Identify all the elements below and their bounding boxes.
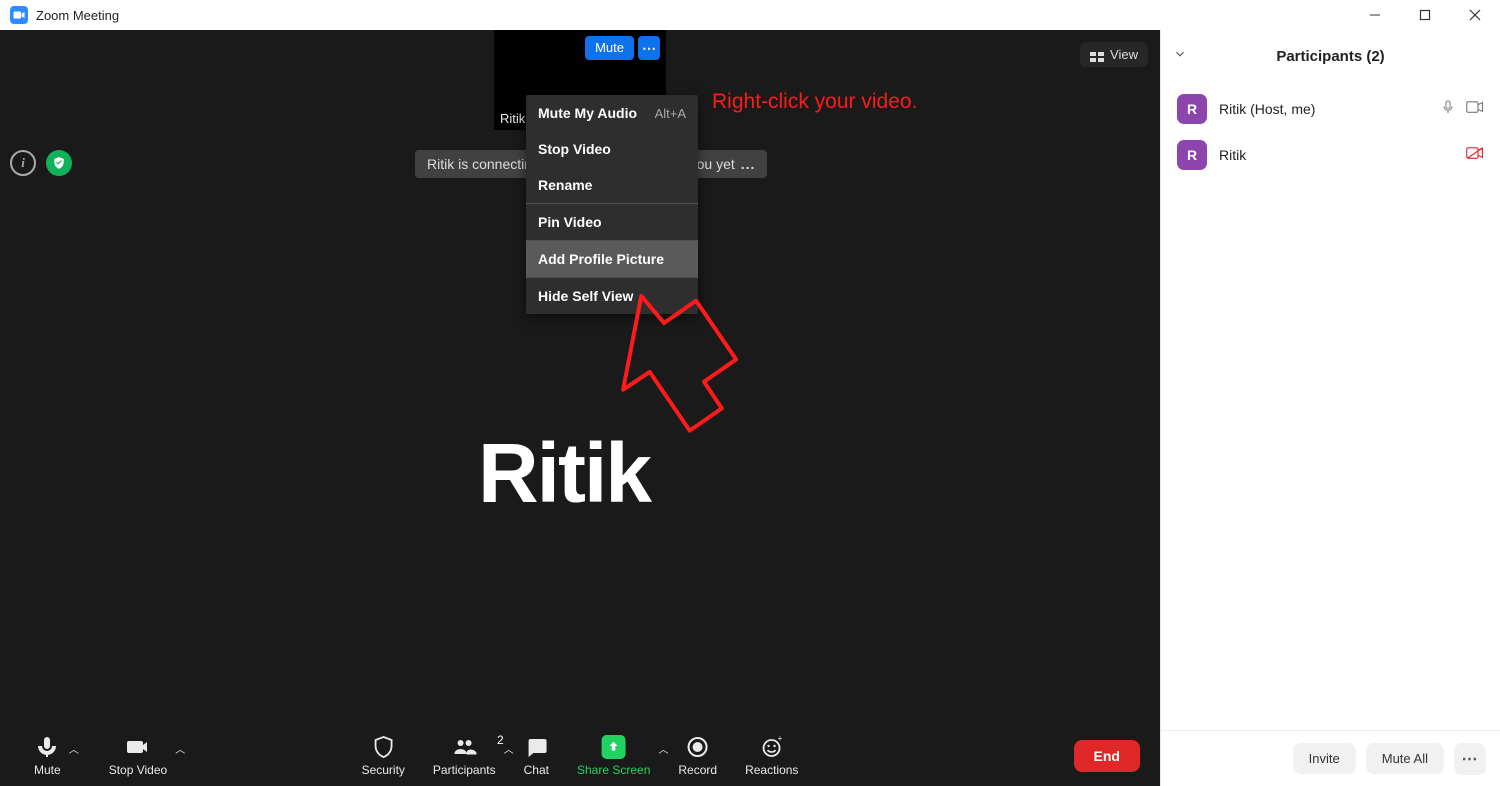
camera-off-icon [1466, 146, 1484, 165]
mute-all-button[interactable]: Mute All [1366, 743, 1444, 774]
maximize-button[interactable] [1410, 0, 1440, 30]
people-icon [452, 735, 476, 759]
participant-status-icons [1440, 99, 1484, 120]
ctx-mute-audio[interactable]: Mute My Audio Alt+A [526, 95, 698, 131]
ctx-stop-video[interactable]: Stop Video [526, 131, 698, 167]
security-label: Security [362, 763, 405, 777]
participant-name: Ritik [1219, 147, 1454, 163]
caret-up-icon[interactable]: ︿ [175, 741, 185, 756]
zoom-app-icon [10, 6, 28, 24]
toast-more-icon[interactable]: ... [741, 156, 756, 172]
ctx-add-profile-picture[interactable]: Add Profile Picture [526, 241, 698, 277]
window-title: Zoom Meeting [36, 8, 119, 23]
participant-status-icons [1466, 146, 1484, 165]
participants-button[interactable]: 2 Participants ︿ [419, 735, 510, 777]
mic-icon [1440, 99, 1456, 120]
participants-list: R Ritik (Host, me) R Ritik [1161, 82, 1500, 730]
participants-footer: Invite Mute All ⋯ [1161, 730, 1500, 786]
encryption-shield-icon[interactable] [46, 150, 72, 176]
reactions-button[interactable]: + Reactions [731, 735, 812, 777]
chat-button[interactable]: Chat [510, 735, 563, 777]
window-controls [1360, 0, 1490, 30]
self-video-name-label: Ritik [500, 111, 525, 126]
meeting-info-icon[interactable]: i [10, 150, 36, 176]
avatar: R [1177, 140, 1207, 170]
minimize-button[interactable] [1360, 0, 1390, 30]
participants-badge: 2 [497, 733, 504, 747]
context-menu: Mute My Audio Alt+A Stop Video Rename Pi… [526, 95, 698, 314]
content-area: Mute ⋯ Ritik View i Ritik is connecting … [0, 30, 1500, 786]
participant-row[interactable]: R Ritik [1161, 132, 1500, 178]
mute-label: Mute [34, 763, 61, 777]
camera-icon [1466, 100, 1484, 119]
microphone-icon [35, 735, 59, 759]
share-up-icon [602, 735, 626, 759]
share-screen-button[interactable]: Share Screen ︿ [563, 735, 664, 777]
ctx-pin-video[interactable]: Pin Video [526, 204, 698, 240]
share-screen-label: Share Screen [577, 763, 650, 777]
security-button[interactable]: Security [348, 735, 419, 777]
self-video-controls: Mute ⋯ [585, 36, 660, 60]
titlebar-left: Zoom Meeting [10, 6, 119, 24]
mute-button[interactable]: Mute ︿ [20, 735, 75, 777]
stop-video-button[interactable]: Stop Video ︿ [95, 735, 182, 777]
reactions-icon: + [760, 735, 784, 759]
chat-label: Chat [524, 763, 549, 777]
end-meeting-button[interactable]: End [1074, 740, 1140, 772]
mute-pill-button[interactable]: Mute [585, 36, 634, 60]
record-icon [686, 735, 710, 759]
collapse-chevron-icon[interactable] [1173, 47, 1187, 66]
meeting-info-icons: i [10, 150, 72, 176]
participants-panel: Participants (2) R Ritik (Host, me) R Ri… [1160, 30, 1500, 786]
camera-icon [126, 735, 150, 759]
bottom-toolbar: Mute ︿ Stop Video ︿ Security 2 Partici [0, 726, 1160, 786]
record-label: Record [678, 763, 717, 777]
avatar: R [1177, 94, 1207, 124]
close-button[interactable] [1460, 0, 1490, 30]
record-button[interactable]: Record [664, 735, 731, 777]
video-area: Mute ⋯ Ritik View i Ritik is connecting … [0, 30, 1160, 786]
caret-up-icon[interactable]: ︿ [69, 741, 79, 756]
view-button[interactable]: View [1080, 42, 1148, 67]
ctx-mute-audio-shortcut: Alt+A [655, 106, 686, 121]
reactions-label: Reactions [745, 763, 798, 777]
invite-button[interactable]: Invite [1293, 743, 1356, 774]
toolbar-left: Mute ︿ Stop Video ︿ [20, 735, 181, 777]
participants-header: Participants (2) [1161, 30, 1500, 82]
participants-more-button[interactable]: ⋯ [1454, 743, 1486, 775]
view-button-label: View [1110, 47, 1138, 62]
participant-name: Ritik (Host, me) [1219, 101, 1428, 117]
self-video-more-button[interactable]: ⋯ [638, 36, 660, 60]
participant-row[interactable]: R Ritik (Host, me) [1161, 86, 1500, 132]
chat-icon [524, 735, 548, 759]
main-participant-name: Ritik [478, 425, 650, 522]
stop-video-label: Stop Video [109, 763, 168, 777]
window-titlebar: Zoom Meeting [0, 0, 1500, 30]
grid-icon [1090, 50, 1104, 60]
ctx-mute-audio-label: Mute My Audio [538, 105, 637, 121]
ctx-rename[interactable]: Rename [526, 167, 698, 203]
toolbar-center: Security 2 Participants ︿ Chat Share Scr… [348, 735, 813, 777]
svg-text:+: + [778, 735, 783, 743]
participants-label: Participants [433, 763, 496, 777]
annotation-text: Right-click your video. [712, 90, 917, 114]
shield-icon [371, 735, 395, 759]
participants-title: Participants (2) [1276, 48, 1384, 65]
